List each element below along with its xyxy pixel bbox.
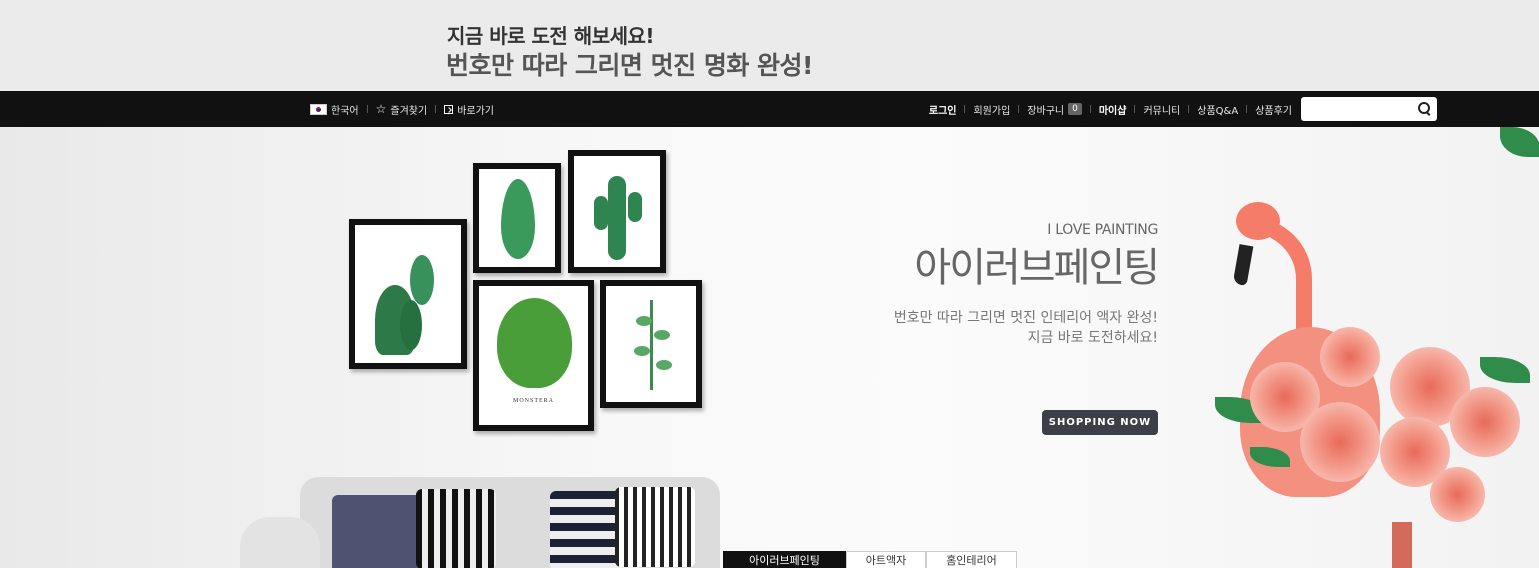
frame-cactus-right [568,150,666,273]
bookmark-label: 즐겨찾기 [390,105,428,117]
nav-divider [1188,105,1190,113]
top-nav-bar: 한국어 ☆ 즐겨찾기 바로가기 로그인 회원가입 장바구니 0 마이샵 커뮤니티… [0,91,1539,127]
nav-divider [1018,105,1020,113]
hero-title: 아이러브페인팅 [914,245,1160,291]
qna-link[interactable]: 상품Q&A [1197,102,1238,117]
shopping-now-button[interactable]: SHOPPING NOW [1042,410,1158,435]
promo-banner[interactable]: 지금 바로 도전 해보세요! 번호만 따라 그리면 멋진 명화 완성! [0,0,1539,91]
korea-flag-icon [310,103,327,115]
tab-ilovepainting[interactable]: 아이러브페인팅 [723,551,846,568]
shortcut-link[interactable]: 바로가기 [444,102,494,117]
signup-link[interactable]: 회원가입 [973,102,1010,117]
nav-divider [1134,105,1136,113]
cart-link[interactable]: 장바구니 0 [1027,102,1082,117]
search-box [1301,97,1437,121]
review-link[interactable]: 상품후기 [1255,102,1292,117]
shortcut-icon [444,104,454,114]
login-link[interactable]: 로그인 [929,102,957,117]
frame-eucalyptus [600,280,702,408]
frame-monstera: MONSTERA [473,280,594,431]
cart-count-badge: 0 [1068,103,1082,115]
tab-home-interior[interactable]: 홈인테리어 [926,551,1017,568]
hero-desc-line2: 지금 바로 도전하세요! [1027,330,1158,346]
mypage-link[interactable]: 마이샵 [1099,102,1127,117]
nav-divider [1246,105,1248,113]
frame-caption: MONSTERA [512,398,554,404]
shortcut-label: 바로가기 [457,105,494,117]
hero-desc-line1: 번호만 따라 그리면 멋진 인테리어 액자 완성! [893,310,1158,326]
star-icon: ☆ [375,102,387,116]
language-selector[interactable]: 한국어 [310,102,359,117]
cart-label: 장바구니 [1027,105,1065,117]
language-label: 한국어 [331,105,359,117]
community-link[interactable]: 커뮤니티 [1143,102,1180,117]
nav-divider [366,105,368,113]
nav-divider [964,105,966,113]
promo-headline: 지금 바로 도전 해보세요! [447,24,655,48]
search-icon[interactable] [1418,102,1430,114]
promo-subheadline: 번호만 따라 그리면 멋진 명화 완성! [446,51,813,80]
category-tabs: 아이러브페인팅 아트액자 홈인테리어 [723,551,1017,568]
nav-divider [1089,105,1091,113]
bookmark-link[interactable]: ☆ 즐겨찾기 [376,102,428,117]
tab-art-frame[interactable]: 아트액자 [846,551,926,568]
hero-description: 번호만 따라 그리면 멋진 인테리어 액자 완성! 지금 바로 도전하세요! [894,308,1158,348]
frame-banana-leaf [473,163,561,273]
nav-divider [435,105,437,113]
search-input[interactable] [1307,97,1421,121]
sofa-illustration [240,477,760,568]
frame-cactus-left [349,219,467,369]
hero-banner[interactable]: MONSTERA I LOVE PAINTING 아이러브페인팅 번호만 따라 … [0,127,1539,568]
